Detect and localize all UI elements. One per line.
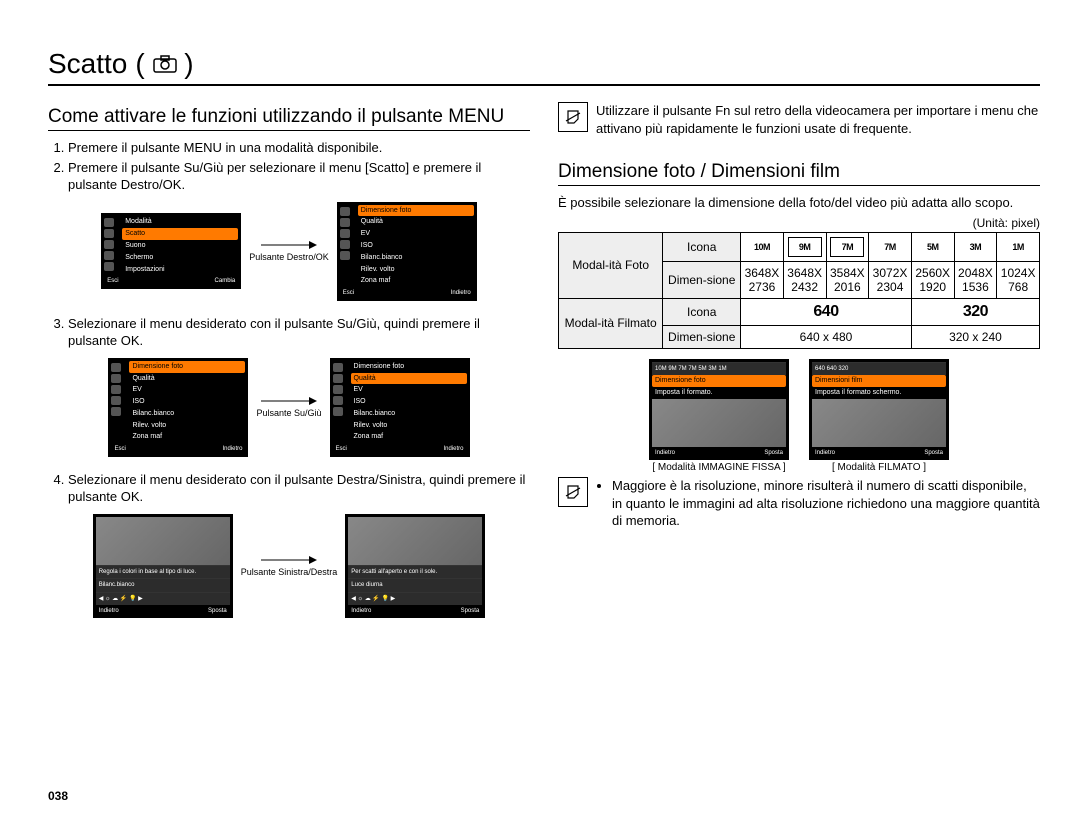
dim-2: 3648X2432: [783, 261, 826, 298]
note-bottom-text: Maggiore è la risoluzione, minore risult…: [612, 477, 1040, 530]
arrow-3: Pulsante Sinistra/Destra: [241, 555, 338, 578]
note-top-text: Utilizzare il pulsante Fn sul retro dell…: [596, 102, 1040, 137]
dim-7: 1024X768: [997, 261, 1040, 298]
arrow-2: Pulsante Su/Giù: [256, 396, 321, 419]
note-icon: [558, 102, 588, 132]
icon-7m-b: 7M: [869, 232, 912, 261]
page-title: Scatto ( ): [48, 48, 1040, 86]
unit-label: (Unità: pixel): [558, 216, 1040, 230]
menu-thumb-3b: Per scatti all'aperto e con il sole. Luc…: [345, 514, 485, 619]
icon-1m: 1M: [997, 232, 1040, 261]
icon-7m-a: 7M: [826, 232, 869, 261]
menu-thumb-1a: Modalità Scatto Suono Schermo Impostazio…: [101, 213, 241, 288]
icon-5m: 5M: [911, 232, 954, 261]
thumb-row-3: Regola i colori in base al tipo di luce.…: [48, 514, 530, 619]
icon-3m: 3M: [954, 232, 997, 261]
left-section-title: Come attivare le funzioni utilizzando il…: [48, 106, 530, 131]
page-title-text: Scatto: [48, 48, 127, 80]
menu-thumb-2b: Dimensione foto Qualità EV ISO Bilanc.bi…: [330, 358, 470, 457]
film-icon-640: 640: [741, 298, 912, 325]
menu-thumb-1b: Dimensione foto Qualità EV ISO Bilanc.bi…: [337, 202, 477, 301]
step-2: Premere il pulsante Su/Giù per seleziona…: [68, 159, 530, 194]
film-mode-label: Modal-ità Filmato: [559, 298, 663, 348]
thumb-still-cap: [ Modalità IMMAGINE FISSA ]: [649, 462, 789, 473]
camera-icon: ( ): [135, 48, 193, 80]
dim-4: 3072X2304: [869, 261, 912, 298]
steps-list-4: Selezionare il menu desiderato con il pu…: [48, 471, 530, 506]
dim-label-2: Dimen-sione: [663, 325, 741, 348]
size-table: Modal-ità Foto Icona 10M 9M 7M 7M 5M 3M …: [558, 232, 1040, 349]
icon-9m: 9M: [783, 232, 826, 261]
dim-3: 3584X2016: [826, 261, 869, 298]
thumb-film: 640 640 320 Dimensioni film Imposta il f…: [809, 359, 949, 473]
note-bottom: Maggiore è la risoluzione, minore risult…: [558, 477, 1040, 530]
arrow-1: Pulsante Destro/OK: [249, 240, 329, 263]
thumb-row-1: Modalità Scatto Suono Schermo Impostazio…: [48, 202, 530, 301]
step-3: Selezionare il menu desiderato con il pu…: [68, 315, 530, 350]
right-intro: È possibile selezionare la dimensione de…: [558, 194, 1040, 212]
menu-thumb-3a: Regola i colori in base al tipo di luce.…: [93, 514, 233, 619]
dim-5: 2560X1920: [911, 261, 954, 298]
dim-label-1: Dimen-sione: [663, 261, 741, 298]
thumb-still: 10M 9M 7M 7M 5M 3M 1M Dimensione foto Im…: [649, 359, 789, 473]
right-section-title: Dimensione foto / Dimensioni film: [558, 161, 1040, 186]
film-dim-640: 640 x 480: [741, 325, 912, 348]
note-icon-2: [558, 477, 588, 507]
thumb-row-2: Dimensione foto Qualità EV ISO Bilanc.bi…: [48, 358, 530, 457]
menu-thumb-2a: Dimensione foto Qualità EV ISO Bilanc.bi…: [108, 358, 248, 457]
note-top: Utilizzare il pulsante Fn sul retro dell…: [558, 102, 1040, 137]
icona-label-1: Icona: [663, 232, 741, 261]
film-icon-320: 320: [911, 298, 1039, 325]
step-1: Premere il pulsante MENU in una modalità…: [68, 139, 530, 157]
dim-6: 2048X1536: [954, 261, 997, 298]
dim-1: 3648X2736: [741, 261, 784, 298]
icona-label-2: Icona: [663, 298, 741, 325]
steps-list-3: Selezionare il menu desiderato con il pu…: [48, 315, 530, 350]
icon-10m: 10M: [741, 232, 784, 261]
thumb-film-cap: [ Modalità FILMATO ]: [809, 462, 949, 473]
film-dim-320: 320 x 240: [911, 325, 1039, 348]
photo-mode-label: Modal-ità Foto: [559, 232, 663, 298]
page-number: 038: [48, 789, 68, 803]
steps-list: Premere il pulsante MENU in una modalità…: [48, 139, 530, 194]
step-4: Selezionare il menu desiderato con il pu…: [68, 471, 530, 506]
